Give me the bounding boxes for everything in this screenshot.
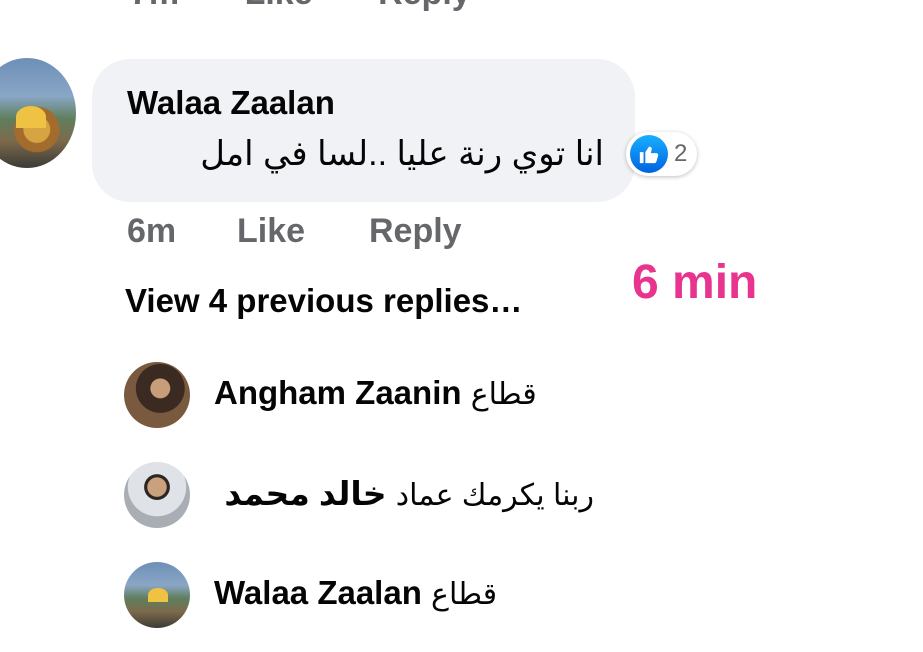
comment-actions: 6m Like Reply	[127, 212, 462, 251]
previous-like-button[interactable]: Like	[245, 0, 313, 12]
reaction-count: 2	[674, 140, 688, 167]
comment-text: انا توي رنة عليا ..لسا في امل	[200, 135, 604, 173]
like-icon	[630, 135, 668, 173]
avatar[interactable]	[124, 462, 190, 528]
view-previous-replies[interactable]: View 4 previous replies…	[125, 282, 522, 320]
reaction-summary[interactable]: 2	[626, 132, 698, 176]
annotation-label: 6 min	[632, 256, 758, 309]
comment-author[interactable]: Walaa Zaalan	[127, 84, 335, 122]
reply-author[interactable]: Angham Zaanin	[214, 374, 462, 411]
avatar[interactable]	[0, 58, 76, 168]
reply-author[interactable]: Walaa Zaalan	[214, 574, 422, 611]
reply-button[interactable]: Reply	[369, 212, 462, 251]
avatar[interactable]	[124, 362, 190, 428]
previous-comment-time: 7m	[130, 0, 179, 12]
previous-reply-button[interactable]: Reply	[378, 0, 471, 12]
previous-comment-actions: 7m Like Reply	[130, 0, 527, 13]
avatar[interactable]	[124, 562, 190, 628]
reply-text: قطاع	[431, 578, 498, 611]
reply-text: ربنا يكرمك عماد	[395, 479, 594, 512]
comments-thread: 7m Like Reply Walaa Zaalan انا توي رنة ع…	[0, 0, 923, 652]
comment-bubble	[92, 59, 635, 202]
reply-text: قطاع	[470, 378, 537, 411]
like-button[interactable]: Like	[237, 212, 369, 251]
reply-author[interactable]: خالد محمد	[224, 475, 386, 512]
comment-time[interactable]: 6m	[127, 212, 237, 251]
